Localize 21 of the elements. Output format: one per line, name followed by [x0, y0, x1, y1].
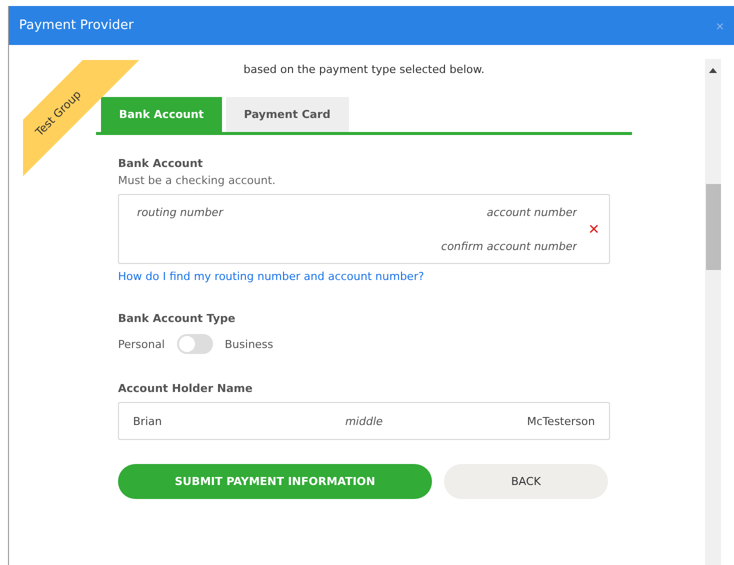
toggle-label: Business — [224, 338, 274, 350]
section-heading: Account Holder Name — [118, 382, 254, 395]
toggle-label: Personal — [118, 338, 165, 350]
scrollbar-thumb[interactable] — [706, 184, 721, 270]
window-title: Payment Provider — [19, 18, 134, 33]
routing-number-field[interactable]: routing number — [135, 195, 357, 229]
intro-text: based on the payment type selected below. — [242, 63, 486, 76]
toggle-switch[interactable] — [176, 334, 213, 354]
middle-name-field[interactable]: middle — [286, 414, 442, 428]
section-heading: Bank Account — [118, 157, 204, 170]
hint-text: Must be a checking account. — [118, 174, 277, 187]
first-name-field[interactable]: Brian — [131, 414, 286, 428]
section-heading: Bank Account Type — [118, 312, 236, 325]
submit-button[interactable]: SUBMIT PAYMENT INFORMATION — [118, 464, 432, 499]
scroll-up-icon[interactable] — [709, 68, 717, 73]
help-link[interactable]: How do I find my routing number and account number? — [118, 270, 424, 283]
scrollbar[interactable] — [705, 59, 721, 565]
tab[interactable]: Bank Account — [101, 97, 222, 132]
back-button[interactable]: BACK — [444, 464, 608, 499]
last-name-field[interactable]: McTesterson — [442, 414, 597, 428]
tab[interactable]: Payment Card — [226, 97, 348, 132]
